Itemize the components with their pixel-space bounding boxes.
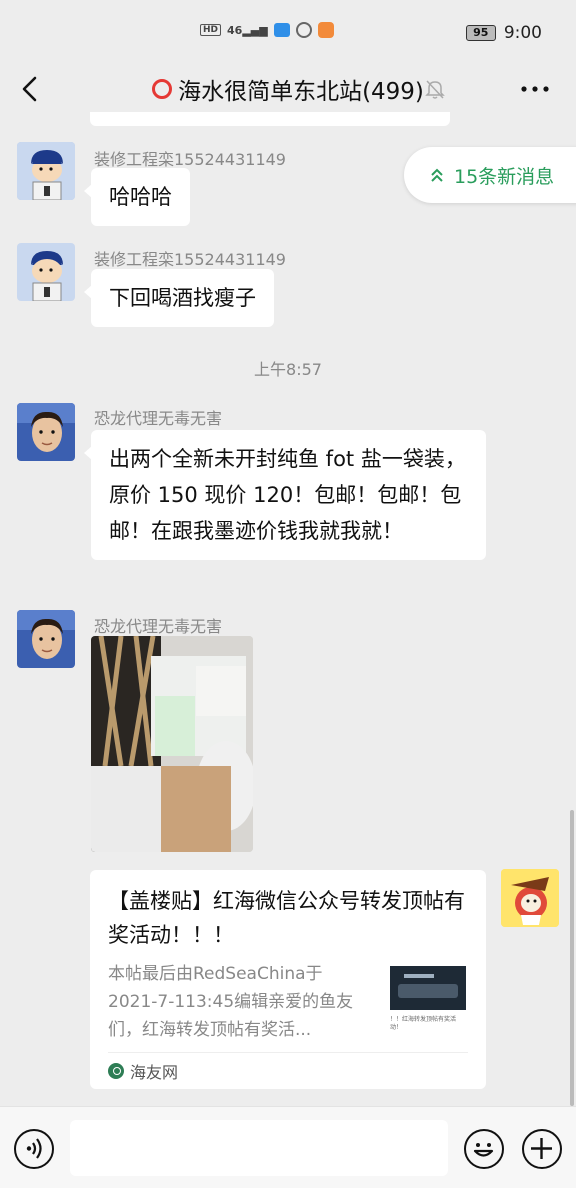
hd-badge: HD [200, 24, 222, 36]
self-avatar[interactable] [501, 869, 559, 927]
avatar[interactable] [17, 610, 75, 668]
time-divider: 上午8:57 [254, 360, 322, 379]
sender-name: 恐龙代理无毒无害 [94, 617, 223, 636]
status-icons: HD 46▂▄▆ [200, 22, 334, 38]
link-card-footer: 海友网 [108, 1052, 468, 1083]
image-message[interactable] [91, 636, 253, 852]
message-bubble[interactable]: 出两个全新未开封纯鱼 fot 盐一袋装，原价 150 现价 120！包邮！包邮！… [84, 430, 486, 560]
voice-button[interactable] [14, 1129, 54, 1169]
sender-name: 装修工程栾15524431149 [94, 250, 286, 269]
plus-button[interactable] [522, 1129, 562, 1169]
link-card-title: 【盖楼贴】红海微信公众号转发顶帖有奖活动！！！ [108, 889, 465, 947]
clock: 9:00 [503, 23, 542, 43]
battery-icon: 95 [465, 25, 496, 41]
input-bar [0, 1106, 576, 1188]
new-messages-label: 15条新消息 [454, 165, 555, 188]
avatar[interactable] [17, 403, 75, 461]
message-input[interactable] [70, 1120, 448, 1176]
emoji-button[interactable] [464, 1129, 504, 1169]
link-card-description: 本帖最后由RedSeaChina于 2021-7-113:45编辑亲爱的鱼友们，… [108, 964, 354, 1040]
chat-title: 海水很简单东北站(499) [0, 72, 576, 106]
sender-name: 装修工程栾15524431149 [94, 150, 286, 169]
more-button[interactable] [520, 78, 550, 100]
plus-icon [531, 1138, 552, 1159]
avatar[interactable] [17, 243, 75, 301]
network-label: 46 [227, 23, 243, 37]
link-card-source: 海友网 [130, 1063, 179, 1082]
app-notification-icon [295, 22, 312, 38]
link-card[interactable]: 【盖楼贴】红海微信公众号转发顶帖有奖活动！！！ 本帖最后由RedSeaChina… [90, 870, 486, 1089]
link-card-thumbnail: ！！红海转发顶帖有奖活动！ [390, 966, 466, 1038]
scrollbar[interactable] [570, 810, 574, 1106]
message-bubble[interactable]: 下回喝酒找瘦子 [84, 269, 274, 327]
previous-message-bubble [90, 112, 450, 126]
title-bar: 海水很简单东北站(499) [0, 66, 576, 112]
double-chevron-up-icon [431, 168, 443, 182]
chat-title-text: 海水很简单东北站(499) [178, 79, 424, 105]
emoji-icon [473, 1143, 494, 1157]
message-bubble[interactable]: 哈哈哈 [84, 168, 190, 226]
new-messages-button[interactable]: 15条新消息 [404, 147, 576, 203]
app-notification-icon [317, 22, 334, 38]
sender-name: 恐龙代理无毒无害 [94, 409, 223, 428]
red-circle-icon [152, 79, 173, 99]
avatar[interactable] [17, 142, 75, 200]
source-logo-icon [108, 1063, 124, 1079]
app-notification-icon [273, 23, 290, 37]
signal-icon: 46▂▄▆ [227, 23, 268, 37]
voice-icon [26, 1138, 42, 1159]
more-horizontal-icon [521, 86, 549, 92]
bell-off-icon [425, 80, 445, 99]
status-bar: HD 46▂▄▆ 95 9:00 [0, 0, 576, 66]
